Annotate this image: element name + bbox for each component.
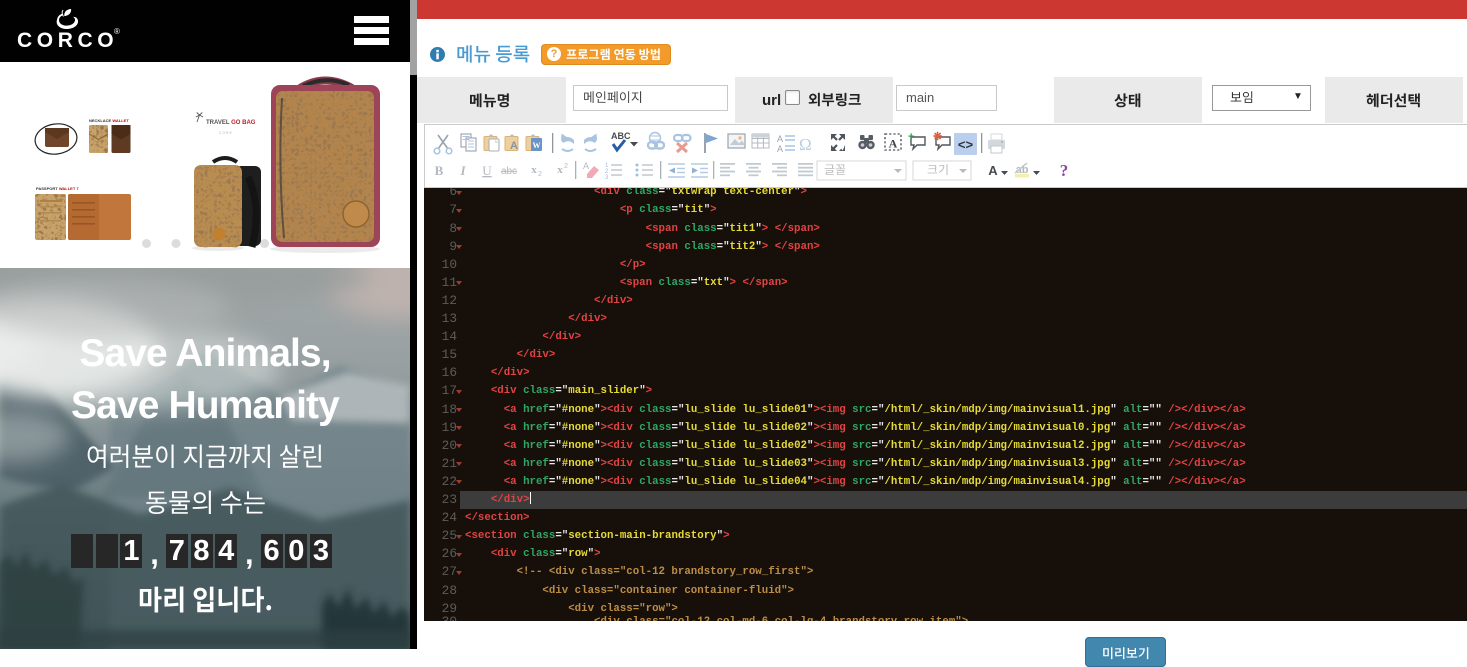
svg-text:ABC: ABC: [611, 131, 631, 141]
svg-text:❋: ❋: [933, 131, 942, 143]
svg-text:A: A: [583, 161, 589, 171]
svg-text:+: +: [908, 131, 914, 143]
svg-text:A: A: [988, 163, 998, 178]
svg-text:TRAVEL GO BAG: TRAVEL GO BAG: [206, 120, 256, 126]
svg-text:x: x: [557, 164, 563, 176]
svg-text:2: 2: [564, 163, 568, 170]
svg-text:?: ?: [1060, 161, 1069, 180]
svg-text:PASSPORT WALLET 7: PASSPORT WALLET 7: [36, 186, 79, 191]
svg-text:<>: <>: [958, 137, 974, 152]
svg-text:Ω: Ω: [799, 135, 812, 154]
svg-text:A: A: [510, 140, 518, 152]
svg-text:A: A: [777, 144, 783, 154]
svg-text:abc: abc: [501, 166, 517, 177]
svg-text:B: B: [435, 163, 444, 178]
svg-text:U: U: [482, 163, 492, 178]
svg-text:W: W: [533, 141, 541, 150]
svg-text:A: A: [777, 134, 783, 144]
svg-text:I: I: [459, 163, 466, 178]
svg-text:NECKLACE WALLET: NECKLACE WALLET: [89, 118, 129, 123]
svg-text:A: A: [889, 137, 898, 151]
svg-text:2: 2: [538, 171, 542, 178]
svg-text:3: 3: [605, 175, 609, 181]
svg-text:x: x: [531, 164, 537, 176]
svg-text:CORK: CORK: [219, 131, 233, 135]
